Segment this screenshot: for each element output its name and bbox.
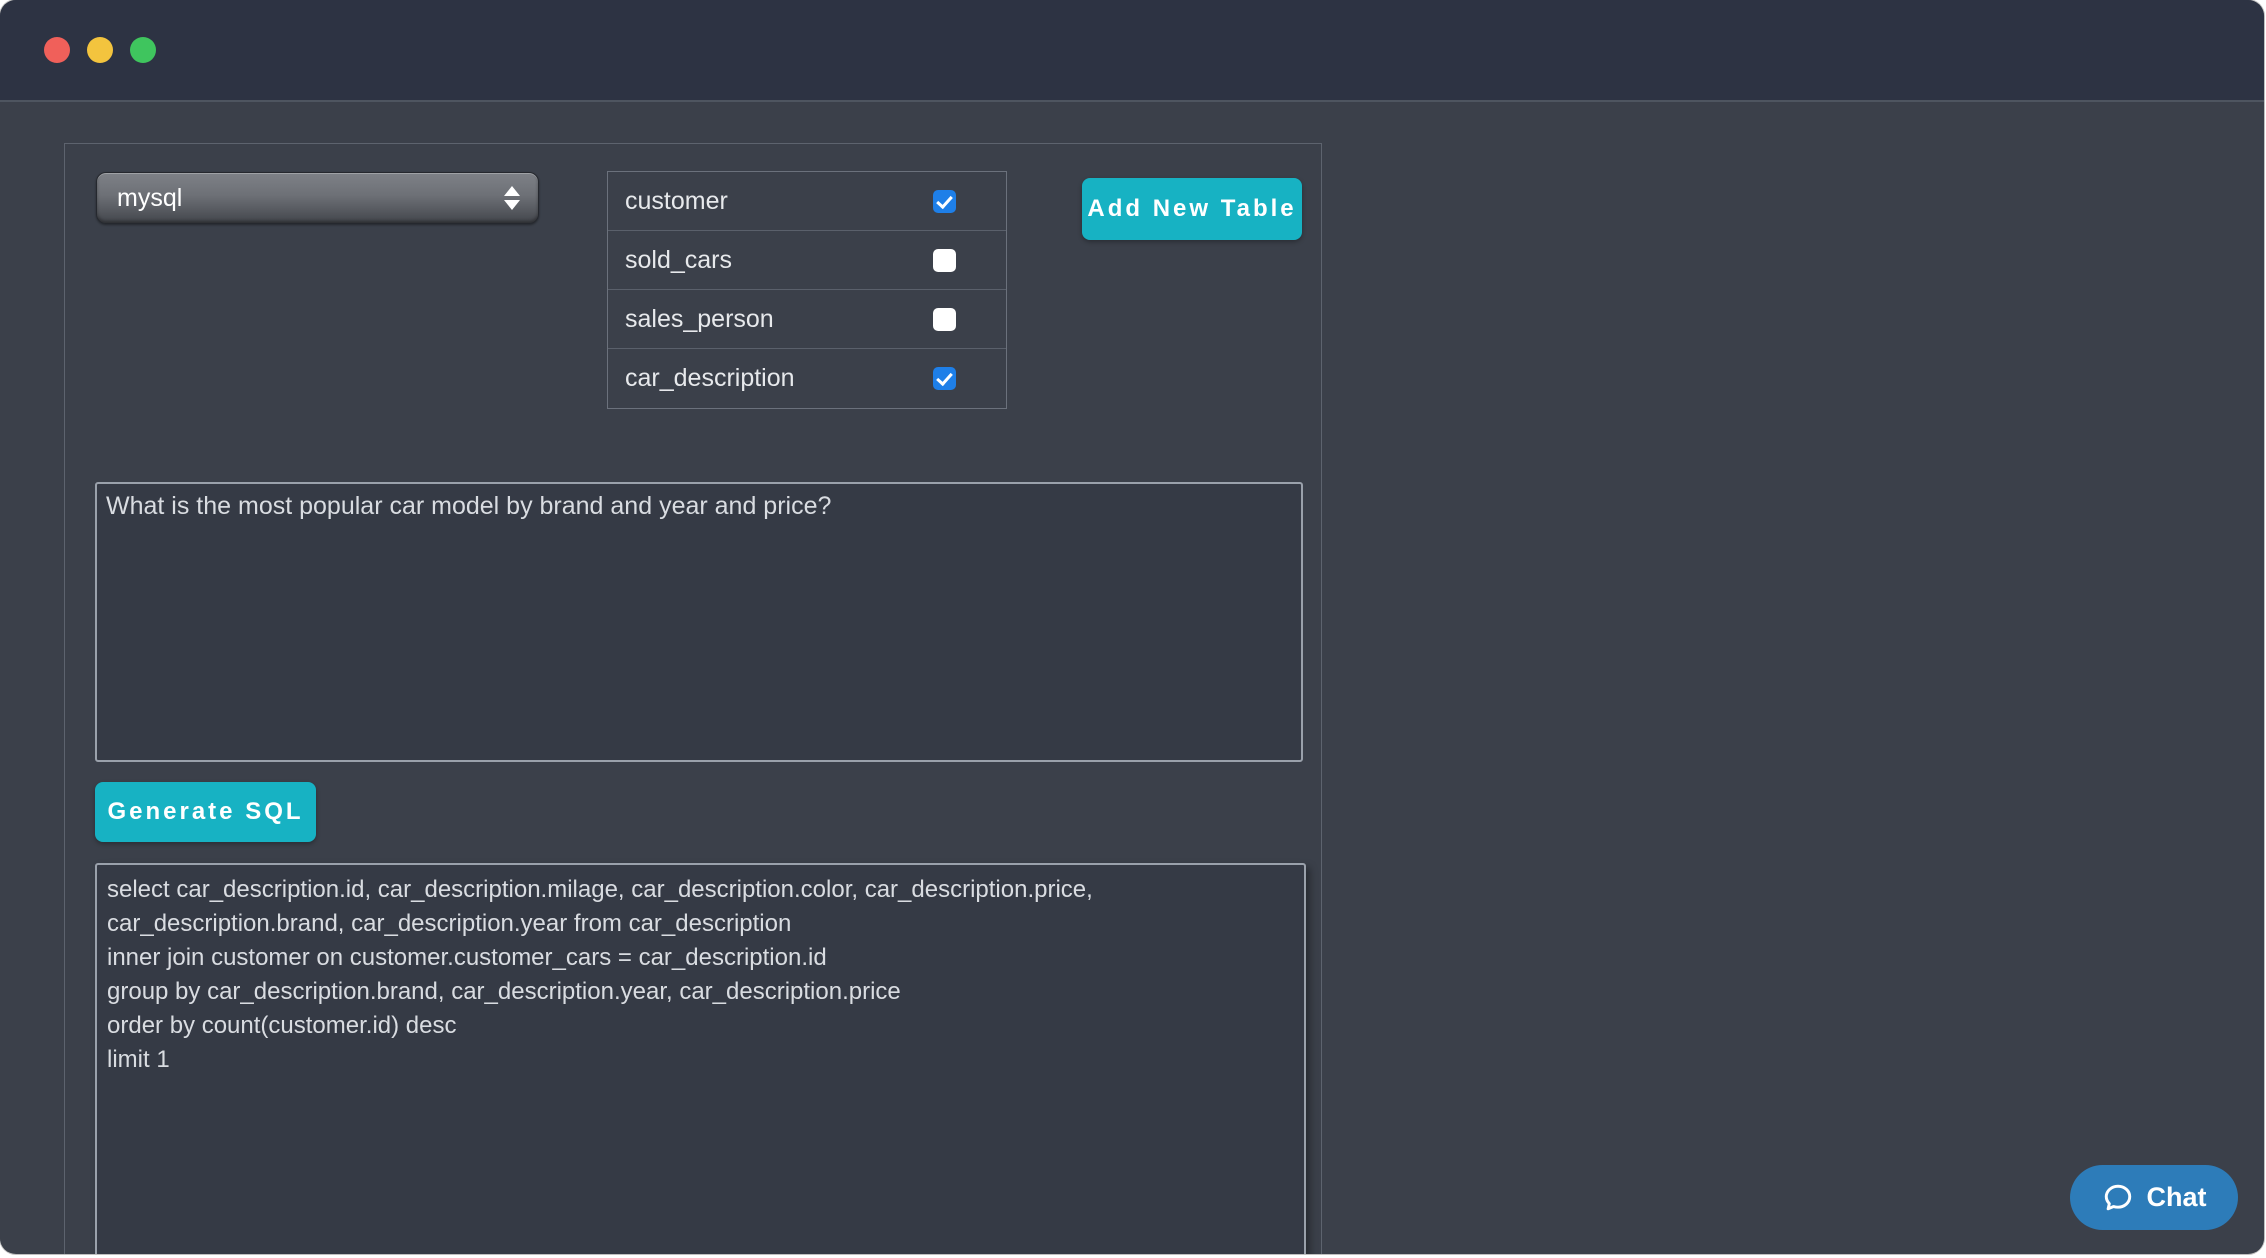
table-list: customer sold_cars sales_person car_desc… xyxy=(607,171,1007,409)
table-checkbox-customer[interactable] xyxy=(933,190,956,213)
sql-output[interactable]: select car_description.id, car_descripti… xyxy=(95,863,1306,1254)
table-checkbox-sales-person[interactable] xyxy=(933,308,956,331)
table-checkbox-car-description[interactable] xyxy=(933,367,956,390)
app-window: mysql customer sold_cars sales_person xyxy=(0,0,2264,1254)
chat-label: Chat xyxy=(2147,1182,2207,1213)
chevron-up-icon xyxy=(504,186,520,196)
zoom-button[interactable] xyxy=(130,37,156,63)
generate-sql-button[interactable]: Generate SQL xyxy=(95,782,316,842)
chevron-up-down-icon xyxy=(504,186,520,210)
app-content: mysql customer sold_cars sales_person xyxy=(0,102,2264,1252)
table-row-sold-cars: sold_cars xyxy=(608,231,1006,290)
titlebar xyxy=(0,0,2264,102)
table-name-label: customer xyxy=(625,187,728,216)
close-button[interactable] xyxy=(44,37,70,63)
main-panel: mysql customer sold_cars sales_person xyxy=(64,143,1322,1254)
table-checkbox-sold-cars[interactable] xyxy=(933,249,956,272)
table-row-customer: customer xyxy=(608,172,1006,231)
table-row-car-description: car_description xyxy=(608,349,1006,408)
table-row-sales-person: sales_person xyxy=(608,290,1006,349)
add-new-table-button[interactable]: Add New Table xyxy=(1082,178,1302,240)
table-name-label: sold_cars xyxy=(625,246,732,275)
table-name-label: car_description xyxy=(625,364,795,393)
chat-bubble-icon xyxy=(2102,1182,2134,1214)
database-select-value: mysql xyxy=(117,184,182,213)
minimize-button[interactable] xyxy=(87,37,113,63)
question-input[interactable]: What is the most popular car model by br… xyxy=(95,482,1303,762)
chevron-down-icon xyxy=(504,200,520,210)
chat-button[interactable]: Chat xyxy=(2070,1165,2238,1230)
database-select[interactable]: mysql xyxy=(96,172,539,224)
table-name-label: sales_person xyxy=(625,305,774,334)
